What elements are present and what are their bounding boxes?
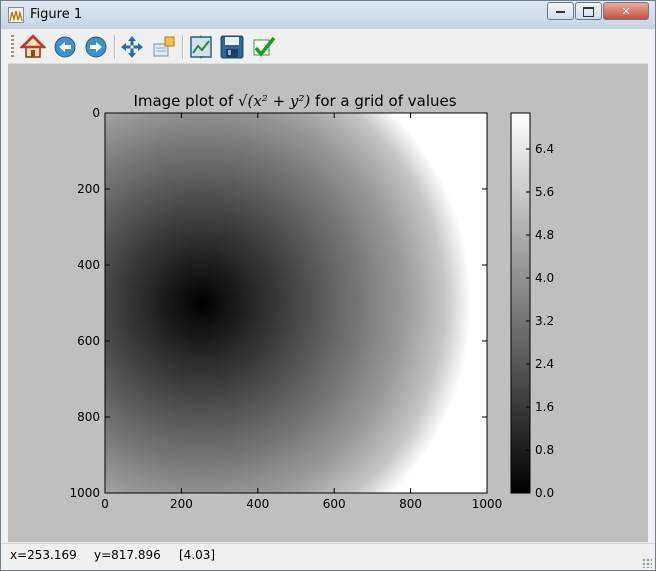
subplots-icon <box>190 35 212 59</box>
maximize-icon <box>583 7 594 17</box>
colorbar-tick-label: 6.4 <box>535 142 554 156</box>
pixel-value-readout: [4.03] <box>179 548 216 562</box>
save-icon <box>220 35 244 59</box>
pan-button[interactable] <box>119 34 145 60</box>
minimize-icon <box>556 11 565 13</box>
chart-title-prefix: Image plot of <box>133 92 238 110</box>
subplots-button[interactable] <box>188 34 214 60</box>
colorbar <box>510 112 531 494</box>
zoom-icon <box>153 36 175 57</box>
edit-button[interactable] <box>251 34 277 60</box>
colorbar-tick-label: 4.8 <box>535 228 554 242</box>
zoom-button[interactable] <box>151 34 177 60</box>
x-tick-label: 400 <box>246 497 269 511</box>
cursor-x-readout: x=253.169 <box>10 548 77 562</box>
y-tick-label: 400 <box>77 258 100 272</box>
y-tick-label: 800 <box>77 410 100 424</box>
forward-button[interactable] <box>83 34 109 60</box>
x-tick-label: 1000 <box>472 497 503 511</box>
title-bar[interactable]: Figure 1 ✕ <box>1 1 655 29</box>
colorbar-tick-label: 4.0 <box>535 271 554 285</box>
chart-title-suffix: for a grid of values <box>310 92 456 110</box>
colorbar-tick-label: 0.8 <box>535 443 554 457</box>
edit-check-icon <box>253 36 276 57</box>
status-bar: x=253.169 y=817.896 [4.03] <box>1 543 655 570</box>
colorbar-tick-label: 2.4 <box>535 357 554 371</box>
toolbar-grip[interactable] <box>11 35 14 59</box>
y-tick-label: 600 <box>77 334 100 348</box>
back-arrow-icon <box>54 36 76 58</box>
save-button[interactable] <box>219 34 245 60</box>
figure-window: Figure 1 ✕ Image plot of √(x² + y²) for … <box>0 0 656 571</box>
colorbar-tick-label: 3.2 <box>535 314 554 328</box>
chart-title-math: √(x² + y²) <box>238 92 310 110</box>
x-tick-label: 200 <box>170 497 193 511</box>
x-tick-label: 0 <box>101 497 109 511</box>
resize-grip[interactable] <box>642 558 652 568</box>
colorbar-tick-label: 5.6 <box>535 185 554 199</box>
minimize-button[interactable] <box>547 2 574 20</box>
y-tick-label: 0 <box>92 106 100 120</box>
figure-canvas[interactable]: Image plot of √(x² + y²) for a grid of v… <box>8 64 648 542</box>
colorbar-tick-label: 0.0 <box>535 486 554 500</box>
cursor-y-readout: y=817.896 <box>94 548 161 562</box>
colorbar-tick-label: 1.6 <box>535 400 554 414</box>
forward-arrow-icon <box>85 36 107 58</box>
chart-title: Image plot of √(x² + y²) for a grid of v… <box>133 92 456 110</box>
matplotlib-app-icon <box>8 7 24 23</box>
figure-svg: Image plot of √(x² + y²) for a grid of v… <box>69 92 554 511</box>
y-tick-label: 200 <box>77 182 100 196</box>
x-tick-label: 800 <box>399 497 422 511</box>
close-icon: ✕ <box>621 5 631 18</box>
close-button[interactable]: ✕ <box>603 2 649 20</box>
y-tick-label: 1000 <box>69 486 100 500</box>
pan-icon <box>121 36 143 58</box>
navigation-toolbar <box>8 31 648 64</box>
toolbar-separator <box>114 35 116 59</box>
toolbar-separator <box>182 35 184 59</box>
home-button[interactable] <box>18 34 48 60</box>
window-title: Figure 1 <box>30 7 83 22</box>
image-plot <box>104 112 488 494</box>
back-button[interactable] <box>52 34 78 60</box>
x-tick-label: 600 <box>323 497 346 511</box>
maximize-button[interactable] <box>575 2 602 20</box>
home-icon <box>18 34 48 58</box>
